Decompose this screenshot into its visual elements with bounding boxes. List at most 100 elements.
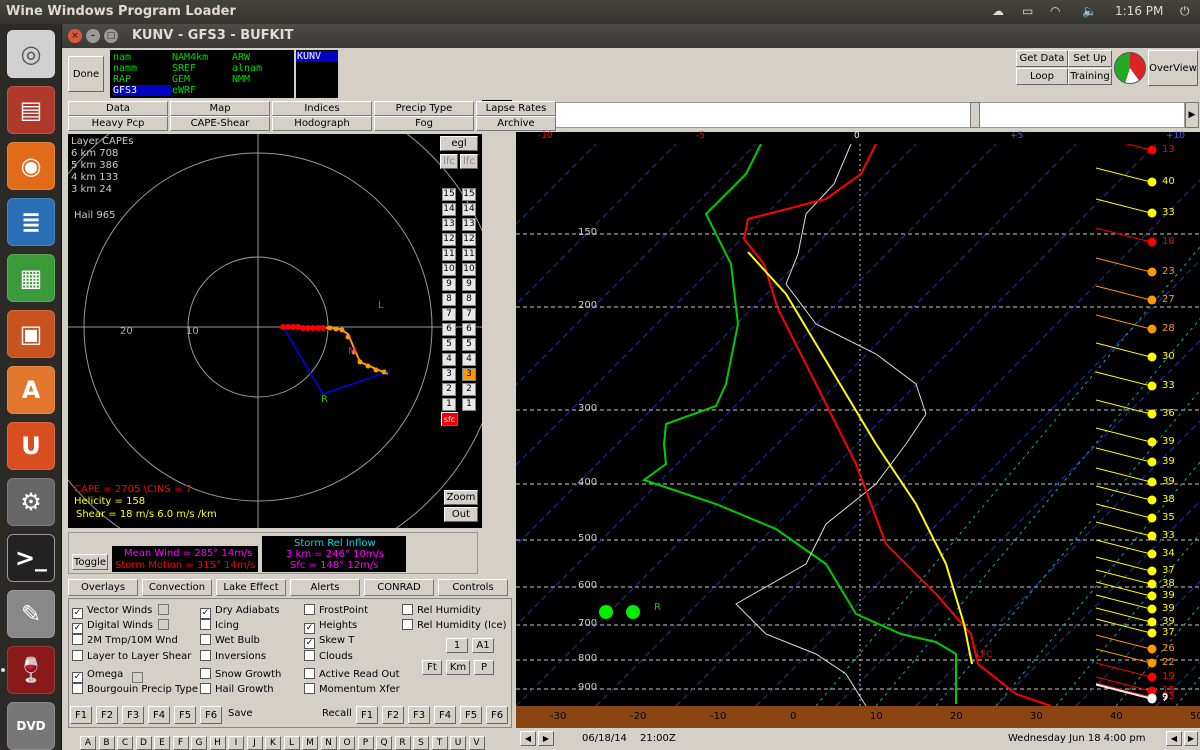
checkbox-dry-adiabats[interactable]: ✓ Dry Adiabats [200,604,279,619]
tab-cape-shear[interactable]: CAPE-Shear [170,116,270,131]
save-f6-button[interactable]: F6 [200,706,222,724]
letter-a-button[interactable]: A [80,736,96,750]
wifi-icon[interactable]: ◠ [1050,4,1060,18]
zoom-button[interactable]: Zoom [444,490,478,505]
tab-heavy-pcp[interactable]: Heavy Pcp [68,116,168,131]
software-center-icon[interactable]: A [7,366,55,414]
model-item[interactable]: nam [113,52,171,63]
checkbox-clouds[interactable]: Clouds [304,650,353,664]
level-left-10[interactable]: 10 [442,263,456,276]
level-right-12[interactable]: 12 [462,233,476,246]
save-f2-button[interactable]: F2 [96,706,118,724]
model-item[interactable]: RAP [113,74,171,85]
checkbox-snow-growth[interactable]: Snow Growth [200,668,281,682]
checkbox-box[interactable]: ✓ [304,638,315,649]
settings-icon[interactable]: ⚙ [7,478,55,526]
letter-j-button[interactable]: J [246,736,263,750]
model-column-2[interactable]: NAM4km SREF GEM eWRF [172,52,208,96]
model-item[interactable]: NAM4km [172,52,208,63]
tab-indices[interactable]: Indices [272,101,372,116]
level-left-6[interactable]: 6 [442,323,456,336]
checkbox-momentum-xfer[interactable]: Momentum Xfer [304,683,400,697]
status-right-arrow-icon[interactable]: ▶ [538,731,554,746]
status-prev-icon[interactable]: ◀ [1166,731,1182,746]
overview-button[interactable]: OverView [1148,50,1198,86]
level-left-12[interactable]: 12 [442,233,456,246]
egl-button[interactable]: egl [440,136,478,151]
time-slider-thumb[interactable] [970,102,980,128]
checkbox-box[interactable] [200,683,211,694]
checkbox-box[interactable] [200,619,211,630]
maximize-icon[interactable]: □ [104,29,118,43]
level-right-3[interactable]: 3 [462,368,476,381]
power-icon[interactable]: ⏻ [1180,4,1190,19]
checkbox-icing[interactable]: Icing [200,619,239,633]
model-item[interactable]: GFS3 [113,85,171,96]
model-item[interactable]: GEM [172,74,208,85]
setup-button[interactable]: Set Up [1068,50,1112,67]
out-button[interactable]: Out [444,507,478,522]
skewt-svg[interactable] [516,144,1200,706]
checkbox-box[interactable] [402,619,413,630]
checkbox-box[interactable] [304,668,315,679]
status-next-icon[interactable]: ▶ [1184,731,1198,746]
model-column-3[interactable]: ARW alnam NMM [232,52,262,85]
level-left-15[interactable]: 15 [442,188,456,201]
lower-tab-convection[interactable]: Convection [142,579,212,596]
checkbox-box[interactable]: ✓ [72,608,83,619]
letter-h-button[interactable]: H [209,736,226,750]
letter-f-button[interactable]: F [172,736,189,750]
letter-c-button[interactable]: C [117,736,133,750]
letter-s-button[interactable]: S [413,736,429,750]
model-item[interactable]: ARW [232,52,262,63]
tab-hodograph[interactable]: Hodograph [272,116,372,131]
training-button[interactable]: Training [1068,68,1112,85]
checkbox-box[interactable] [304,604,315,615]
checkbox-box[interactable]: ✓ [200,608,211,619]
checkbox-box[interactable] [72,683,83,694]
level-right-6[interactable]: 6 [462,323,476,336]
checkbox-inversions[interactable]: Inversions [200,650,266,664]
wine-icon[interactable]: 🍷 [7,646,55,694]
station-list[interactable]: KUNV [296,50,338,98]
text-editor-icon[interactable]: ✎ [7,590,55,638]
level-right-13[interactable]: 13 [462,218,476,231]
minimize-icon[interactable]: – [86,29,100,43]
sfc-button[interactable]: sfc [441,412,458,426]
lfc-button-1[interactable]: lfc [440,154,458,169]
checkbox-active-read-out[interactable]: Active Read Out [304,668,400,682]
recall-f3-button[interactable]: F3 [408,706,430,724]
level-left-9[interactable]: 9 [442,278,456,291]
done-button[interactable]: Done [68,56,104,92]
level-left-13[interactable]: 13 [442,218,456,231]
terminal-icon[interactable]: >_ [7,534,55,582]
letter-o-button[interactable]: O [339,736,355,750]
level-left-1[interactable]: 1 [442,398,456,411]
recall-f5-button[interactable]: F5 [460,706,482,724]
writer-icon[interactable]: ≣ [7,198,55,246]
letter-d-button[interactable]: D [135,736,152,750]
letter-g-button[interactable]: G [191,736,207,750]
tab-fog[interactable]: Fog [374,116,474,131]
station-selected[interactable]: KUNV [296,51,338,62]
recall-f6-button[interactable]: F6 [486,706,508,724]
letter-k-button[interactable]: K [265,736,281,750]
cloud-icon[interactable]: ☁ [992,4,1004,18]
level-left-5[interactable]: 5 [442,338,456,351]
recall-f2-button[interactable]: F2 [382,706,404,724]
letter-i-button[interactable]: I [228,736,244,750]
lower-tab-conrad[interactable]: CONRAD [364,579,434,596]
files-icon[interactable]: ▤ [7,86,55,134]
letter-q-button[interactable]: Q [376,736,392,750]
slider-right-arrow-icon[interactable]: ▶ [1185,102,1199,128]
model-item[interactable]: NMM [232,74,262,85]
calc-icon[interactable]: ▦ [7,254,55,302]
checkbox-box[interactable] [304,683,315,694]
checkbox-skew-t[interactable]: ✓ Skew T [304,634,354,649]
level-right-1[interactable]: 1 [462,398,476,411]
model-item[interactable]: alnam [232,63,262,74]
checkbox-box[interactable]: ✓ [72,623,83,634]
digital-winds-option[interactable] [158,619,169,630]
loop-button[interactable]: Loop [1016,68,1068,85]
checkbox-frostpoint[interactable]: FrostPoint [304,604,368,618]
